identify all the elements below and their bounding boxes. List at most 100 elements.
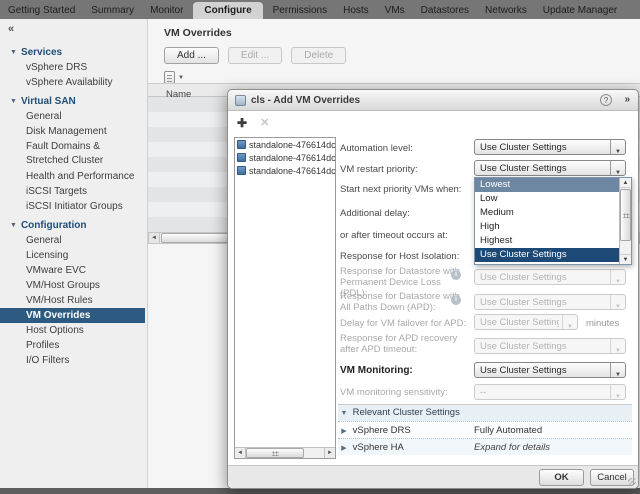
drs-value: Fully Automated: [474, 425, 543, 436]
info-icon[interactable]: i: [451, 270, 461, 280]
vm-icon: [237, 140, 246, 149]
apd-response-dropdown[interactable]: Use Cluster Settings ▼: [474, 294, 626, 310]
chevron-down-icon: ▼: [610, 339, 625, 354]
tab-networks[interactable]: Networks: [477, 2, 535, 19]
sidebar-item-host-options[interactable]: Host Options: [0, 323, 145, 338]
option-lowest[interactable]: Lowest: [475, 178, 619, 192]
delete-button[interactable]: Delete: [291, 47, 347, 64]
edit-button[interactable]: Edit ...: [227, 47, 283, 64]
list-item[interactable]: standalone-476614dce-: [235, 151, 335, 164]
ha-value: Expand for details: [474, 442, 551, 453]
automation-level-dropdown[interactable]: Use Cluster Settings ▼: [474, 139, 626, 155]
tab-update-manager[interactable]: Update Manager: [535, 2, 626, 19]
chevron-down-icon: ▼: [10, 49, 17, 56]
tab-getting-started[interactable]: Getting Started: [0, 2, 83, 19]
sidebar-item-iscsi-targets[interactable]: iSCSI Targets: [0, 184, 145, 199]
dialog-title-bar[interactable]: cls - Add VM Overrides ? »: [228, 90, 638, 111]
minutes-suffix: minutes: [586, 318, 620, 329]
scrollbar-thumb[interactable]: [246, 448, 304, 458]
page-title: VM Overrides: [164, 27, 232, 39]
chevron-down-icon: ▼: [610, 295, 625, 310]
sidebar-group-virtual-san[interactable]: ▼ Virtual SAN: [0, 94, 145, 109]
apd-failover-delay-dropdown[interactable]: Use Cluster Settings - ▼: [474, 314, 578, 330]
options-vertical-scrollbar[interactable]: ▲ ▼: [619, 178, 631, 264]
tab-configure[interactable]: Configure: [193, 2, 263, 19]
scroll-right-icon[interactable]: ►: [324, 448, 335, 458]
sidebar-item-vmware-evc[interactable]: VMware EVC: [0, 263, 145, 278]
sidebar-item-licensing[interactable]: Licensing: [0, 248, 145, 263]
tab-monitor[interactable]: Monitor: [142, 2, 191, 19]
tab-datastores[interactable]: Datastores: [413, 2, 477, 19]
pdl-response-dropdown[interactable]: Use Cluster Settings ▼: [474, 269, 626, 285]
option-high[interactable]: High: [475, 220, 619, 234]
vm-monitoring-label: VM Monitoring:: [340, 365, 413, 376]
remove-vm-icon[interactable]: ✕: [260, 117, 269, 129]
sidebar-item-profiles[interactable]: Profiles: [0, 338, 145, 353]
list-item[interactable]: standalone-476614dce-: [235, 138, 335, 151]
sidebar-nav: ▼ Services vSphere DRS vSphere Availabili…: [0, 41, 145, 368]
sidebar-item-health-performance[interactable]: Health and Performance: [0, 169, 145, 184]
list-item[interactable]: standalone-476614dce-: [235, 164, 335, 177]
info-icon[interactable]: i: [451, 295, 461, 305]
sidebar-collapse-icon[interactable]: «: [8, 23, 14, 35]
sidebar-item-io-filters[interactable]: I/O Filters: [0, 353, 145, 368]
option-use-cluster-settings[interactable]: Use Cluster Settings: [475, 248, 619, 262]
sidebar-item-vsphere-availability[interactable]: vSphere Availability: [0, 75, 145, 90]
tab-summary[interactable]: Summary: [83, 2, 142, 19]
chevron-right-icon[interactable]: ▶: [338, 440, 350, 457]
sidebar-group-services[interactable]: ▼ Services: [0, 45, 145, 60]
help-icon[interactable]: ?: [600, 94, 612, 106]
sidebar-item-general[interactable]: General: [0, 109, 145, 124]
grip-dots-icon: [622, 213, 630, 218]
vm-monitoring-dropdown[interactable]: Use Cluster Settings ▼: [474, 362, 626, 378]
collapse-dialog-icon[interactable]: »: [624, 94, 630, 105]
cluster-icon: [235, 95, 246, 106]
chevron-down-icon[interactable]: ▼: [610, 161, 625, 176]
vsphere-ha-row[interactable]: ▶ vSphere HA Expand for details: [338, 438, 632, 455]
host-isolation-label: Response for Host Isolation:: [340, 251, 460, 262]
vm-list-horizontal-scrollbar[interactable]: ◄ ►: [235, 447, 335, 458]
option-highest[interactable]: Highest: [475, 234, 619, 248]
restart-priority-options-list: Lowest Low Medium High Highest Use Clust…: [474, 177, 632, 265]
scroll-left-icon[interactable]: ◄: [149, 233, 160, 243]
sidebar-item-general-config[interactable]: General: [0, 233, 145, 248]
relevant-cluster-settings-header[interactable]: ▼ Relevant Cluster Settings: [338, 405, 632, 421]
chevron-down-icon[interactable]: ▼: [610, 140, 625, 155]
tab-hosts[interactable]: Hosts: [335, 2, 377, 19]
option-low[interactable]: Low: [475, 192, 619, 206]
sidebar-item-disk-management[interactable]: Disk Management: [0, 124, 145, 139]
resize-grip[interactable]: [628, 478, 636, 486]
chevron-down-icon[interactable]: ▼: [610, 363, 625, 378]
apd-recovery-dropdown[interactable]: Use Cluster Settings ▼: [474, 338, 626, 354]
vsphere-drs-row[interactable]: ▶ vSphere DRS Fully Automated: [338, 421, 632, 438]
sidebar-group-configuration[interactable]: ▼ Configuration: [0, 218, 145, 233]
add-vm-icon[interactable]: ✚: [237, 117, 247, 129]
sidebar-item-iscsi-initiator-groups[interactable]: iSCSI Initiator Groups: [0, 199, 145, 214]
scroll-left-icon[interactable]: ◄: [235, 448, 246, 458]
chevron-down-icon: ▼: [10, 222, 17, 229]
relevant-cluster-settings-section: ▼ Relevant Cluster Settings ▶ vSphere DR…: [338, 404, 632, 455]
selected-vms-list: standalone-476614dce- standalone-476614d…: [234, 137, 336, 459]
sidebar-item-vm-host-rules[interactable]: VM/Host Rules: [0, 293, 145, 308]
additional-delay-label: Additional delay:: [340, 208, 410, 219]
scroll-down-icon[interactable]: ▼: [620, 254, 631, 264]
option-medium[interactable]: Medium: [475, 206, 619, 220]
tab-permissions[interactable]: Permissions: [265, 2, 335, 19]
vm-restart-priority-dropdown[interactable]: Use Cluster Settings ▼: [474, 160, 626, 176]
sidebar-item-vm-overrides[interactable]: VM Overrides: [0, 308, 145, 323]
scrollbar-thumb[interactable]: [620, 189, 631, 241]
vm-icon: [237, 166, 246, 175]
add-button[interactable]: Add ...: [164, 47, 219, 64]
tab-vms[interactable]: VMs: [377, 2, 413, 19]
scroll-up-icon[interactable]: ▲: [620, 178, 631, 188]
sidebar-item-vm-host-groups[interactable]: VM/Host Groups: [0, 278, 145, 293]
automation-level-label: Automation level:: [340, 143, 413, 154]
sidebar-item-vsphere-drs[interactable]: vSphere DRS: [0, 60, 145, 75]
grip-dots-icon: [272, 451, 279, 456]
add-vm-overrides-dialog: cls - Add VM Overrides ? » ✚ ✕ standalon…: [227, 89, 639, 489]
ok-button[interactable]: OK: [539, 469, 584, 486]
sidebar-item-fault-domains[interactable]: Fault Domains & Stretched Cluster: [0, 139, 145, 169]
vm-icon: [237, 153, 246, 162]
chevron-down-icon[interactable]: ▼: [178, 75, 184, 81]
vm-monitoring-sensitivity-dropdown[interactable]: -- ▼: [474, 384, 626, 400]
